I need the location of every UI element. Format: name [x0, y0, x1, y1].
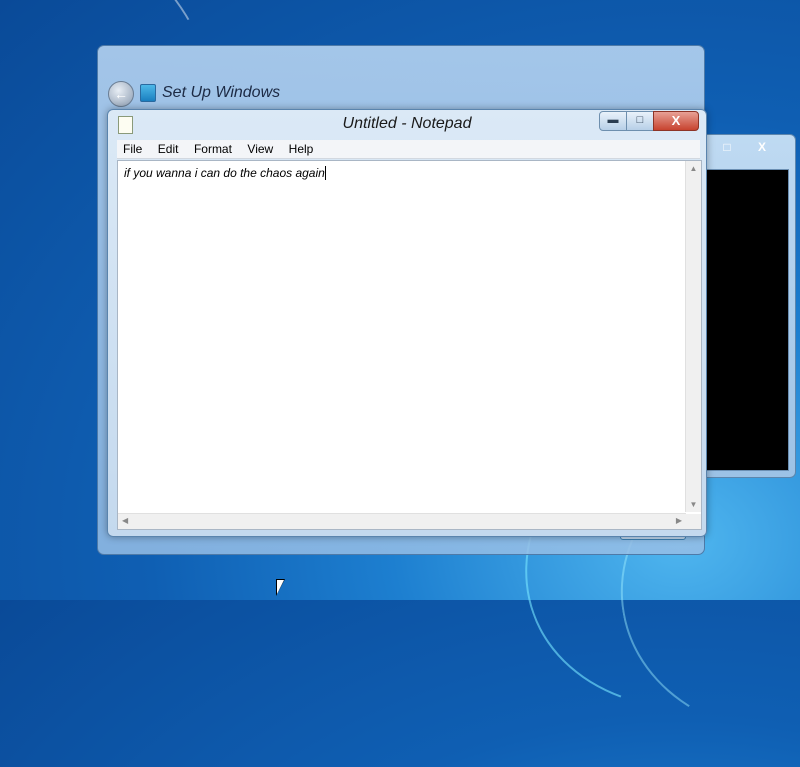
close-button[interactable]: X: [653, 111, 699, 131]
text-caret: [324, 166, 326, 180]
vertical-scrollbar[interactable]: ▲ ▼: [685, 161, 701, 512]
setup-icon: [140, 84, 156, 102]
menu-view[interactable]: View: [241, 140, 278, 156]
editor-content[interactable]: if you wanna i can do the chaos again: [124, 166, 325, 180]
maximize-button[interactable]: □: [626, 111, 654, 131]
menu-edit[interactable]: Edit: [152, 140, 184, 156]
scroll-left-icon[interactable]: ◀: [122, 516, 128, 525]
console-maximize-button[interactable]: □: [715, 138, 739, 156]
scrollbar-corner: [686, 514, 701, 529]
menu-file[interactable]: File: [117, 140, 147, 156]
scroll-up-icon[interactable]: ▲: [686, 164, 701, 173]
horizontal-scrollbar[interactable]: ◀ ▶: [118, 513, 686, 529]
notepad-window: Untitled - Notepad ▬ □ X File Edit Forma…: [107, 109, 707, 537]
minimize-button[interactable]: ▬: [599, 111, 627, 131]
text-editor[interactable]: if you wanna i can do the chaos again ▲ …: [117, 160, 702, 530]
console-screen[interactable]: [703, 169, 789, 471]
scroll-right-icon[interactable]: ▶: [676, 516, 682, 525]
console-close-button[interactable]: X: [745, 138, 779, 156]
menu-bar: File Edit Format View Help: [117, 140, 700, 159]
scroll-down-icon[interactable]: ▼: [686, 500, 701, 509]
mouse-pointer-fill: [277, 580, 284, 594]
editor-text[interactable]: if you wanna i can do the chaos again: [124, 166, 326, 180]
setup-window-title: Set Up Windows: [162, 84, 281, 101]
back-arrow-icon[interactable]: ←: [108, 81, 134, 107]
menu-help[interactable]: Help: [283, 140, 319, 156]
menu-format[interactable]: Format: [188, 140, 237, 156]
